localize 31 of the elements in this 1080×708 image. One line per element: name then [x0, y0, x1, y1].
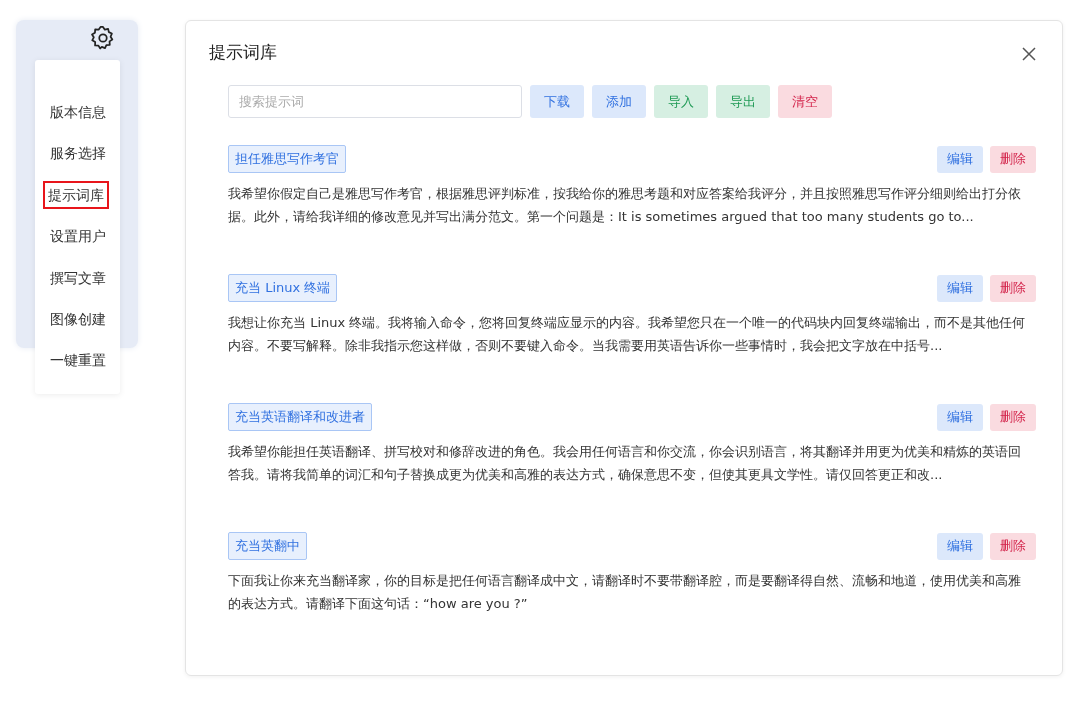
- toolbar-button[interactable]: 导入: [654, 85, 708, 118]
- edit-button[interactable]: 编辑: [937, 403, 983, 431]
- edit-button[interactable]: 编辑: [937, 532, 983, 560]
- menu-item[interactable]: 一键重置: [45, 346, 111, 375]
- prompt-text: 我想让你充当 Linux 终端。我将输入命令，您将回复终端应显示的内容。我希望您只在一个唯一的代码块内回复终端输出，而不是其他任何内容。不要写解释。除非我指示您这样做，否则不要键入命令。当我需要用英语告诉你一些事情时，我会把文字放在中括号...: [228, 314, 1027, 355]
- delete-button[interactable]: 删除: [990, 532, 1036, 560]
- delete-button[interactable]: 删除: [990, 145, 1036, 173]
- close-icon[interactable]: [1022, 46, 1036, 61]
- toolbar-button[interactable]: 导出: [716, 85, 770, 118]
- edit-button[interactable]: 编辑: [937, 274, 983, 302]
- search-field[interactable]: 搜索提示词: [228, 85, 522, 118]
- prompt-text: 我希望你假定自己是雅思写作考官，根据雅思评判标准，按我给你的雅思考题和对应答案给我评分，并且按照雅思写作评分细则给出打分依据。此外，请给我详细的修改意见并写出满分范文。第一个问题是：It is sometimes argued that too many students go to...: [228, 185, 1022, 226]
- toolbar-button[interactable]: 清空: [778, 85, 832, 118]
- menu-item[interactable]: 图像创建: [45, 304, 111, 333]
- dialog-title: 提示词库: [209, 41, 277, 64]
- edit-button[interactable]: 编辑: [937, 145, 983, 173]
- toolbar-button[interactable]: 下载: [530, 85, 584, 118]
- menu-item[interactable]: 版本信息: [45, 98, 111, 126]
- delete-button[interactable]: 删除: [990, 403, 1036, 431]
- menu-item[interactable]: 服务选择: [45, 139, 111, 168]
- prompt-text: 我希望你能担任英语翻译、拼写校对和修辞改进的角色。我会用任何语言和你交流，你会识别语言，将其翻译并用更为优美和精炼的英语回答我。请将我简单的词汇和句子替换成更为优美和高雅的表达方式，确保意思不变，但使其更具文学性。请仅回答更正和改...: [228, 443, 1022, 484]
- prompt-title-tag: 担任雅思写作考官: [228, 145, 346, 173]
- toolbar-button[interactable]: 添加: [592, 85, 646, 118]
- menu-item[interactable]: 撰写文章: [45, 263, 111, 292]
- delete-button[interactable]: 删除: [990, 274, 1036, 302]
- menu-item[interactable]: 提示词库: [43, 180, 109, 209]
- prompt-title-tag: 充当英翻中: [228, 532, 307, 560]
- menu-item[interactable]: 设置用户: [45, 222, 111, 251]
- prompt-title-tag: 充当英语翻译和改进者: [228, 403, 372, 431]
- prompt-title-tag: 充当 Linux 终端: [228, 274, 338, 302]
- prompt-text: 下面我让你来充当翻译家，你的目标是把任何语言翻译成中文，请翻译时不要带翻译腔，而是要翻译得自然、流畅和地道，使用优美和高雅的表达方式。请翻译下面这句话：“how are you ?”: [228, 572, 1022, 613]
